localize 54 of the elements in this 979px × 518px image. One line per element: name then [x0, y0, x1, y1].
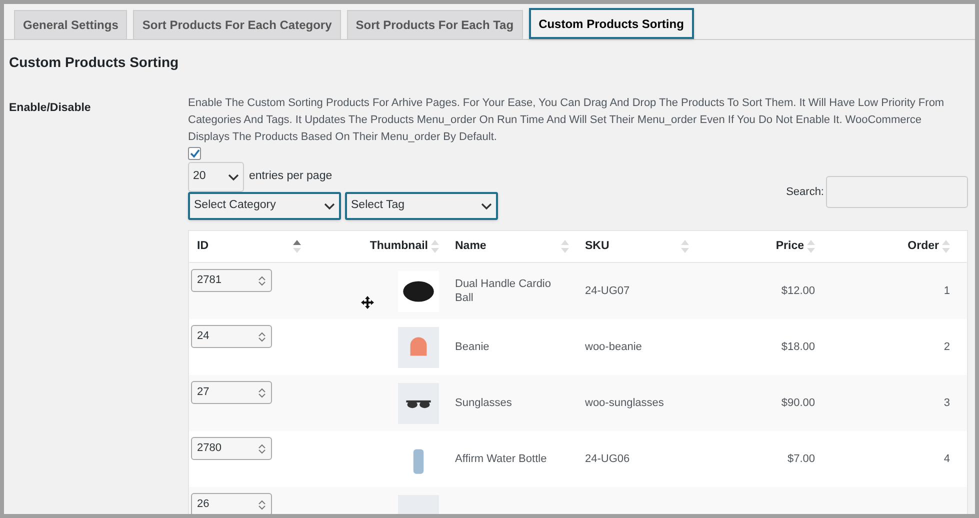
- filter-select[interactable]: Select Category: [188, 192, 341, 220]
- id-field[interactable]: 2781: [191, 269, 272, 292]
- section-title: Custom Products Sorting: [9, 53, 180, 72]
- column-header[interactable]: Thumbnail: [370, 238, 428, 256]
- enable-checkbox[interactable]: [188, 147, 201, 160]
- setting-label: Enable/Disable: [9, 102, 91, 114]
- tab[interactable]: General Settings: [14, 10, 128, 39]
- setting-description: Enable The Custom Sorting Products For Arhive Pages. For Your Ease, You Can Drag And Drop The Products To Sort Them. It Will Have Low Priority From Categories And Tags. It Updates The Products Menu_order On Run Time And Will Set Their Menu_order Even If You Do Not Enable It. WooCommerce Displays The Products Based On Their Menu_order By Default.: [188, 96, 946, 145]
- column-header[interactable]: Order: [908, 238, 939, 256]
- product-thumbnail: [398, 382, 439, 424]
- product-price: $18.00: [781, 340, 815, 355]
- id-field[interactable]: 27: [191, 381, 272, 404]
- checkmark-icon: [190, 149, 200, 158]
- product-sku: 24-UG06: [585, 452, 630, 467]
- product-price: $12.00: [781, 284, 815, 299]
- column-header[interactable]: Name: [455, 238, 486, 256]
- move-cursor-icon: [361, 296, 374, 309]
- product-order: 3: [944, 396, 950, 411]
- product-sku: 24-UG07: [585, 284, 630, 299]
- chevron-down-icon: [481, 202, 492, 210]
- product-order: 1: [944, 284, 950, 299]
- id-field[interactable]: 26: [191, 493, 272, 514]
- spinner-icon: [258, 442, 266, 454]
- chevron-down-icon: [324, 202, 335, 210]
- id-field[interactable]: 2780: [191, 437, 272, 460]
- column-header[interactable]: ID: [197, 238, 208, 256]
- product-order: 4: [944, 452, 950, 467]
- entries-label: entries per page: [249, 169, 332, 184]
- product-name: Sunglasses: [455, 396, 512, 410]
- product-price: $7.00: [787, 452, 815, 467]
- spinner-icon: [258, 330, 266, 342]
- tab[interactable]: Sort Products For Each Tag: [346, 10, 523, 39]
- spinner-icon: [258, 386, 266, 398]
- column-header[interactable]: Price: [776, 238, 804, 256]
- chevron-down-icon: [228, 174, 239, 180]
- search-field[interactable]: [826, 176, 968, 208]
- tab[interactable]: Sort Products For Each Category: [133, 10, 341, 39]
- entries-select[interactable]: 20: [188, 162, 244, 192]
- product-name: Affirm Water Bottle: [455, 452, 547, 466]
- search-label: Search:: [786, 184, 824, 200]
- tab[interactable]: Custom Products Sorting: [528, 8, 694, 39]
- product-price: $90.00: [781, 396, 815, 411]
- filter-select[interactable]: Select Tag: [345, 192, 498, 220]
- product-name: Dual Handle Cardio Ball: [455, 277, 552, 305]
- column-header[interactable]: SKU: [585, 238, 610, 256]
- product-name: Beanie: [455, 340, 490, 354]
- product-sku: woo-sunglasses: [585, 396, 664, 411]
- spinner-icon: [258, 498, 266, 510]
- id-field[interactable]: 24: [191, 325, 272, 348]
- product-thumbnail: [398, 270, 439, 312]
- product-sku: woo-beanie: [585, 340, 642, 355]
- product-order: 2: [944, 340, 950, 355]
- spinner-icon: [258, 274, 266, 286]
- product-thumbnail: [398, 326, 439, 368]
